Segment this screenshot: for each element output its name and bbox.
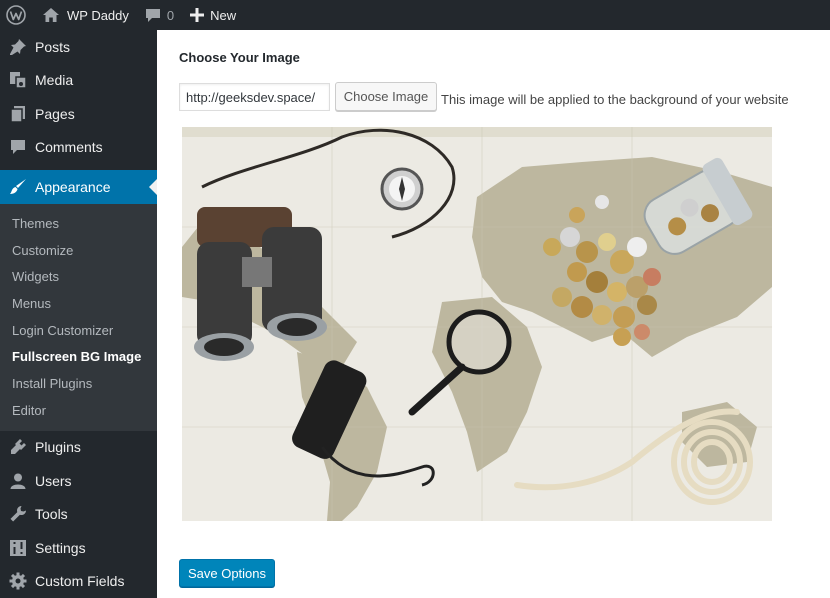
plus-icon	[190, 8, 205, 22]
new-label: New	[210, 7, 237, 23]
pin-icon	[0, 38, 35, 56]
menu-item-custom-fields[interactable]: Custom Fields	[0, 565, 157, 598]
image-url-input[interactable]	[179, 83, 330, 111]
settings-icon	[0, 539, 35, 557]
submenu-item-fullscreen-bg-image[interactable]: Fullscreen BG Image	[0, 343, 157, 370]
wordpress-icon	[6, 5, 26, 25]
map-photo-image	[182, 127, 772, 521]
submenu-item-themes[interactable]: Themes	[0, 210, 157, 237]
menu-item-posts[interactable]: Posts	[0, 30, 157, 64]
menu-item-users[interactable]: Users	[0, 464, 157, 498]
menu-item-tools[interactable]: Tools	[0, 498, 157, 532]
submenu-item-install-plugins[interactable]: Install Plugins	[0, 370, 157, 397]
menu-label-media: Media	[35, 72, 74, 89]
comments-icon	[0, 138, 35, 156]
submenu-item-menus[interactable]: Menus	[0, 290, 157, 317]
submenu-item-customize[interactable]: Customize	[0, 237, 157, 264]
menu-label-settings: Settings	[35, 539, 86, 556]
menu-item-media[interactable]: Media	[0, 64, 157, 98]
main-content: Choose Your Image Choose Image This imag…	[157, 30, 830, 598]
admin-sidebar: Posts Media Pages Comments Appearance Th…	[0, 30, 157, 598]
help-text: This image will be applied to the backgr…	[441, 92, 789, 107]
menu-item-pages[interactable]: Pages	[0, 97, 157, 131]
pages-icon	[0, 105, 35, 123]
menu-label-tools: Tools	[35, 506, 68, 523]
wrench-icon	[0, 505, 35, 523]
menu-item-appearance[interactable]: Appearance	[0, 170, 157, 204]
menu-label-users: Users	[35, 472, 72, 489]
page-heading: Choose Your Image	[179, 50, 300, 65]
wordpress-logo-button[interactable]	[0, 0, 36, 30]
menu-label-appearance: Appearance	[35, 179, 111, 195]
save-options-button[interactable]: Save Options	[179, 559, 275, 587]
comment-count: 0	[166, 7, 175, 23]
menu-item-settings[interactable]: Settings	[0, 531, 157, 565]
plugin-icon	[0, 438, 35, 456]
menu-item-comments[interactable]: Comments	[0, 131, 157, 165]
comments-link[interactable]: 0	[137, 0, 182, 30]
admin-bar: WP Daddy 0 New	[0, 0, 830, 30]
menu-label-posts: Posts	[35, 38, 71, 55]
submenu-item-widgets[interactable]: Widgets	[0, 263, 157, 290]
background-image-preview	[182, 127, 772, 521]
menu-label-custom-fields: Custom Fields	[35, 573, 125, 590]
site-name: WP Daddy	[67, 7, 129, 23]
choose-image-button[interactable]: Choose Image	[335, 82, 437, 111]
site-name-link[interactable]: WP Daddy	[36, 0, 137, 30]
home-icon	[43, 8, 59, 22]
comment-bubble-icon	[145, 9, 160, 22]
brush-icon	[0, 178, 35, 196]
submenu-item-editor[interactable]: Editor	[0, 397, 157, 424]
menu-label-plugins: Plugins	[35, 439, 81, 456]
submenu-item-login-customizer[interactable]: Login Customizer	[0, 317, 157, 344]
users-icon	[0, 472, 35, 490]
menu-label-comments: Comments	[35, 139, 103, 156]
menu-label-pages: Pages	[35, 105, 75, 122]
appearance-submenu: Themes Customize Widgets Menus Login Cus…	[0, 204, 157, 431]
menu-item-plugins[interactable]: Plugins	[0, 431, 157, 465]
media-icon	[0, 71, 35, 89]
new-content-link[interactable]: New	[182, 0, 244, 30]
gear-icon	[0, 572, 35, 590]
